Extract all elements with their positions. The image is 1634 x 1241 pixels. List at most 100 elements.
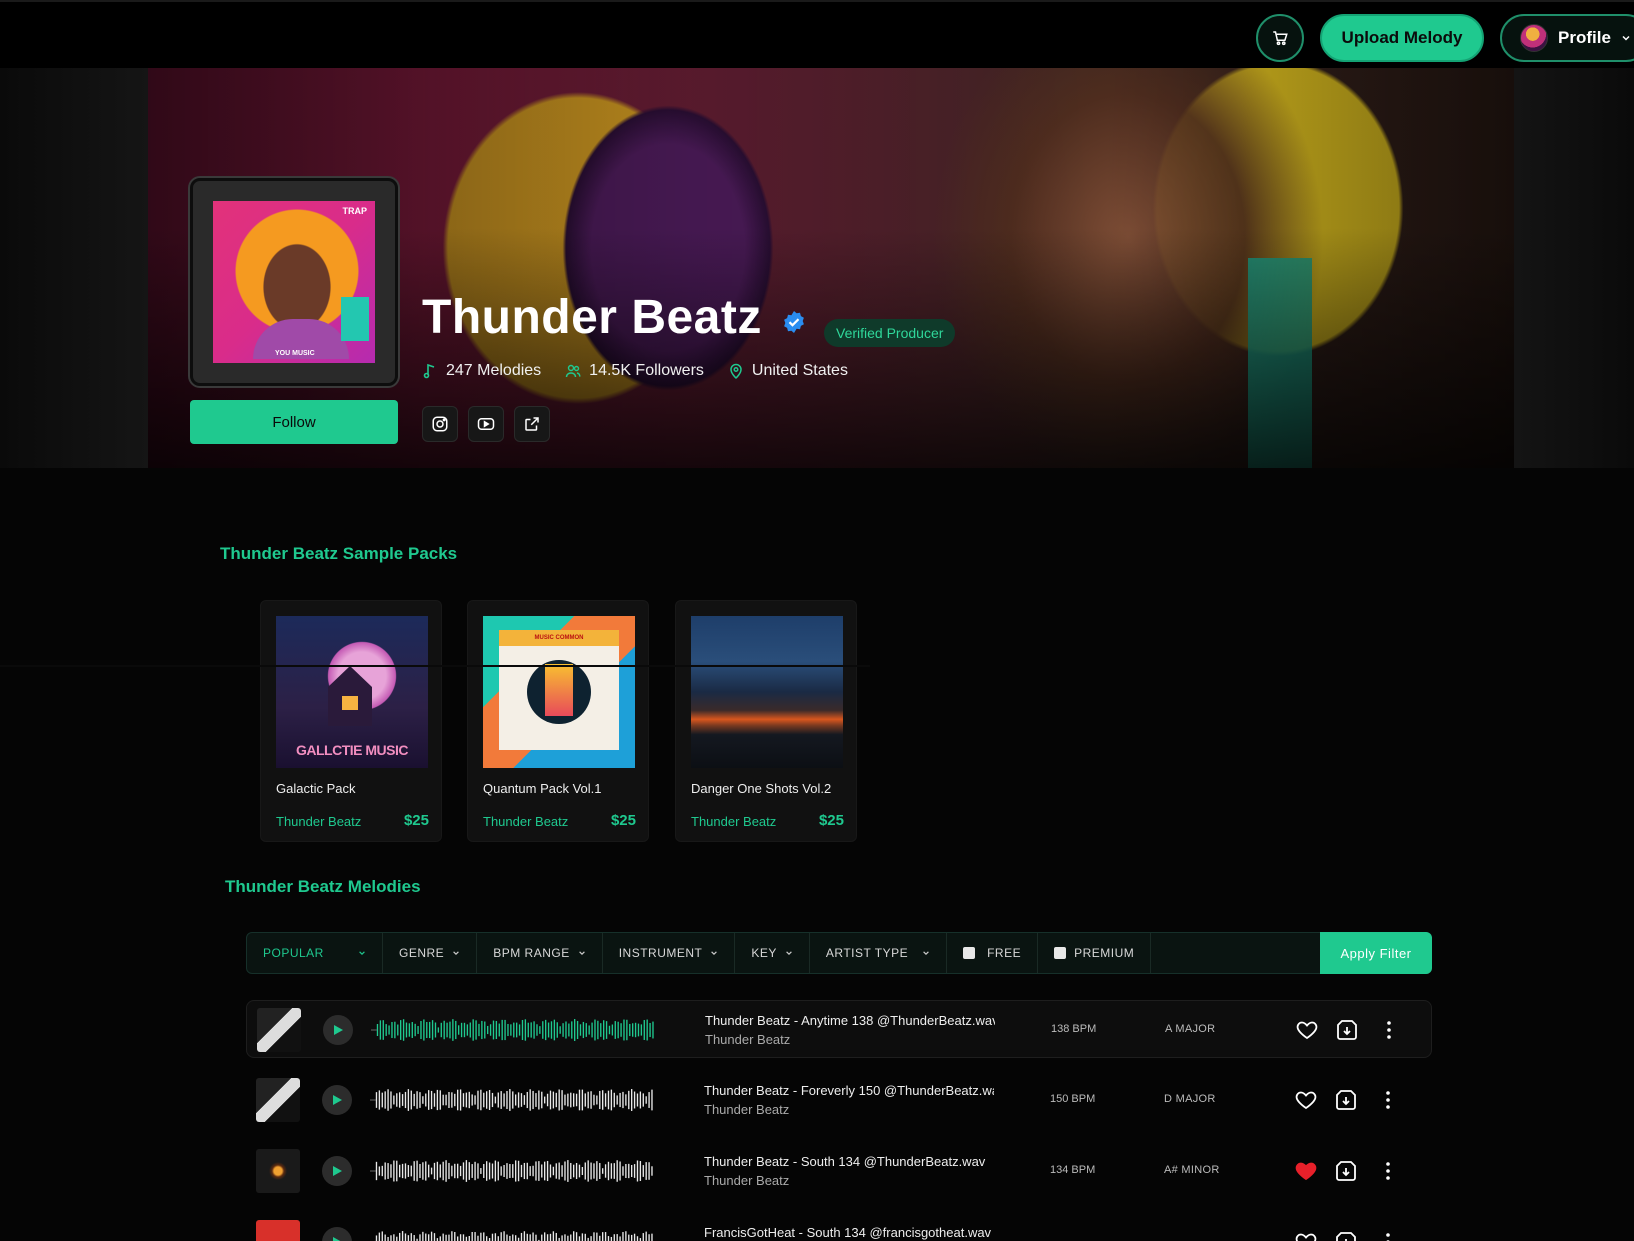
track-title[interactable]: Thunder Beatz - South 134 @ThunderBeatz.… [704,1154,994,1169]
external-link[interactable] [514,406,550,442]
waveform[interactable] [370,1083,660,1117]
stat-melodies: 247 Melodies [422,362,541,380]
top-bar: Upload Melody Profile [0,0,1634,68]
pack-art-text: MUSIC COMMON [499,630,619,646]
track-bpm: 134 BPM [1050,1164,1096,1176]
track-artist[interactable]: Thunder Beatz [704,1173,789,1188]
chevron-down-icon [578,951,585,956]
sort-label: POPULAR [263,946,324,960]
download-icon[interactable] [1334,1159,1358,1183]
stat-followers: 14.5K Followers [565,362,704,380]
pack-artwork: MUSIC COMMON [483,616,635,768]
play-button[interactable] [323,1015,353,1045]
upload-melody-button[interactable]: Upload Melody [1320,14,1484,62]
play-icon [333,1095,342,1105]
instagram-icon [432,416,448,432]
track-title[interactable]: Thunder Beatz - Foreverly 150 @ThunderBe… [704,1083,994,1098]
heart-icon[interactable] [1294,1230,1318,1241]
genre-dropdown[interactable]: GENRE [383,933,478,973]
pack-artwork [691,616,843,768]
heart-icon[interactable] [1295,1018,1319,1042]
cart-button[interactable] [1256,14,1304,62]
profile-menu-button[interactable]: Profile [1500,14,1634,62]
table-row[interactable]: Thunder Beatz - Foreverly 150 @ThunderBe… [246,1071,1432,1129]
heart-icon[interactable] [1294,1088,1318,1112]
youtube-link[interactable] [468,406,504,442]
pack-price: $25 [818,812,844,829]
pack-price: $25 [403,812,429,829]
banner-decor-bar [1248,258,1312,468]
pack-title: Quantum Pack Vol.1 [483,781,602,796]
download-icon[interactable] [1334,1230,1358,1241]
heart-icon[interactable] [1294,1159,1318,1183]
waveform[interactable] [370,1154,660,1188]
checkbox [1054,947,1067,959]
table-row[interactable]: Thunder Beatz - South 134 @ThunderBeatz.… [246,1142,1432,1200]
apply-filter-button[interactable]: Apply Filter [1320,932,1432,974]
pack-artist-link[interactable]: Thunder Beatz [691,814,776,829]
pack-art-text: GALLCTIE MUSIC [296,742,409,758]
more-options-icon[interactable] [1376,1088,1400,1112]
premium-checkbox[interactable]: PREMIUM [1038,933,1152,973]
download-icon[interactable] [1334,1088,1358,1112]
hero-edge-left [0,68,148,468]
track-artist[interactable]: Thunder Beatz [704,1102,789,1117]
play-button[interactable] [322,1156,352,1186]
genre-label: GENRE [399,946,445,960]
more-options-icon[interactable] [1376,1230,1400,1241]
chevron-down-icon [923,951,929,956]
instrument-dropdown[interactable]: INSTRUMENT [603,933,736,973]
stat-location: United States [728,362,848,380]
follow-button[interactable]: Follow [190,400,398,444]
download-icon[interactable] [1335,1018,1359,1042]
track-artwork [256,1149,300,1193]
location-text: United States [751,362,848,379]
cart-icon [1273,31,1288,46]
track-key: D MAJOR [1164,1093,1216,1105]
more-options-icon[interactable] [1377,1018,1401,1042]
music-note-icon [423,363,435,379]
play-icon [334,1025,343,1035]
pack-title: Danger One Shots Vol.2 [691,781,832,796]
waveform[interactable] [371,1013,661,1047]
verified-producer-badge: Verified Producer [824,319,956,347]
chevron-down-icon [786,951,792,956]
key-dropdown[interactable]: KEY [735,933,810,973]
table-row[interactable]: Thunder Beatz - Anytime 138 @ThunderBeat… [246,1000,1432,1058]
filter-bar: POPULAR GENRE BPM RANGE INSTRUMENT KEY A… [246,932,1432,974]
track-artist[interactable]: Thunder Beatz [705,1032,790,1047]
followers-count: 14.5K Followers [589,362,704,379]
pack-card[interactable]: GALLCTIE MUSIC Galactic Pack Thunder Bea… [260,600,442,842]
youtube-icon [477,418,495,430]
track-title[interactable]: FrancisGotHeat - South 134 @francisgothe… [704,1225,994,1240]
artist-stats: 247 Melodies 14.5K Followers United Stat… [422,362,848,380]
table-row[interactable]: FrancisGotHeat - South 134 @francisgothe… [246,1213,1432,1241]
play-icon [333,1166,342,1176]
pack-artwork: GALLCTIE MUSIC [276,616,428,768]
play-icon [333,1237,341,1241]
pack-card[interactable]: MUSIC COMMON Quantum Pack Vol.1 Thunder … [467,600,649,842]
track-key: A MAJOR [1165,1023,1216,1035]
instrument-label: INSTRUMENT [618,946,703,960]
artist-cover-art: TRAP YOU MUSIC [213,201,375,363]
verified-check-icon [784,311,804,333]
waveform[interactable] [370,1225,660,1241]
artist-name: Thunder Beatz [422,291,762,344]
pack-artist-link[interactable]: Thunder Beatz [276,814,361,829]
free-checkbox[interactable]: FREE [947,933,1039,973]
bpm-range-dropdown[interactable]: BPM RANGE [477,933,603,973]
play-button[interactable] [322,1227,352,1241]
location-pin-icon [730,363,742,379]
play-button[interactable] [322,1085,352,1115]
pack-artist-link[interactable]: Thunder Beatz [483,814,568,829]
track-title[interactable]: Thunder Beatz - Anytime 138 @ThunderBeat… [705,1013,995,1028]
cover-text-top: TRAP [342,206,368,216]
more-options-icon[interactable] [1376,1159,1400,1183]
pack-card[interactable]: Danger One Shots Vol.2 Thunder Beatz $25 [675,600,857,842]
checkbox [963,947,976,959]
divider [0,665,870,667]
sample-packs-heading: Thunder Beatz Sample Packs [220,544,458,563]
instagram-link[interactable] [422,406,458,442]
artist-type-dropdown[interactable]: ARTIST TYPE [810,933,948,973]
sort-popular-dropdown[interactable]: POPULAR [247,933,383,973]
